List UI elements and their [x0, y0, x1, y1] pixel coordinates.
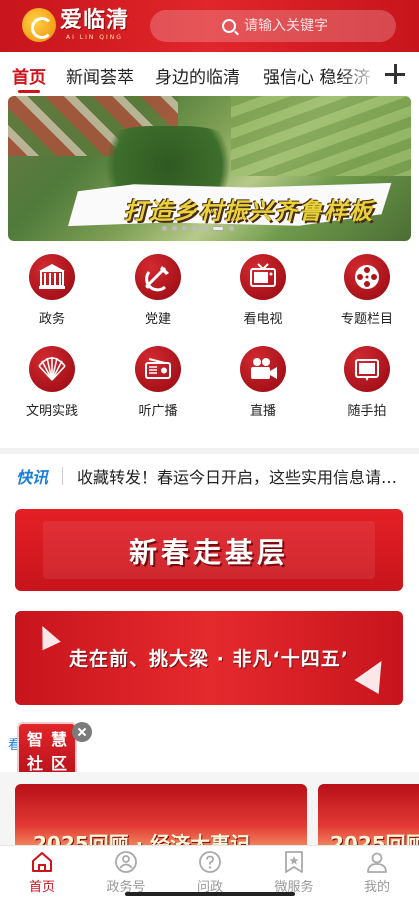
- grid-label: 专题栏目: [340, 312, 393, 327]
- widget-char: 慧: [50, 730, 67, 749]
- party-emblem-icon: [135, 254, 181, 300]
- promo-banner-spring[interactable]: 新春走基层: [15, 509, 403, 591]
- nav-label: 我的: [363, 880, 390, 895]
- carousel-dots: [162, 226, 234, 231]
- logo-title: 爱临清: [60, 7, 130, 33]
- grid-item-radio[interactable]: 听广播: [113, 346, 203, 419]
- close-icon[interactable]: [72, 722, 92, 742]
- home-indicator: [125, 892, 295, 896]
- tab-local[interactable]: 身边的临清: [155, 63, 240, 88]
- profile-icon: [365, 850, 389, 874]
- nav-label: 首页: [28, 880, 55, 895]
- star-bookmark-icon: [282, 850, 306, 874]
- cards-row: 2025回顾 · 经济大事记 2025回顾: [0, 772, 419, 854]
- promo-title: 新春走基层: [128, 536, 289, 569]
- promo-title: 走在前、挑大梁 · 非凡‘十四五’: [69, 648, 349, 670]
- review-card[interactable]: 2025回顾 · 经济大事记: [15, 784, 307, 854]
- grid-item-special[interactable]: 专题栏目: [322, 254, 412, 327]
- user-badge-icon: [114, 850, 138, 874]
- carousel-dot[interactable]: [172, 226, 177, 231]
- tab-news[interactable]: 新闻荟萃: [66, 63, 134, 88]
- grid-item-live[interactable]: 直播: [218, 346, 308, 419]
- function-grid: 政务 党建 看电视 专题栏目 文明实践 听广播 直播 随手拍: [0, 248, 419, 448]
- video-camera-icon: [240, 346, 286, 392]
- logo-subtitle: AI LIN QING: [66, 33, 123, 41]
- banner-slide[interactable]: 打造乡村振兴齐鲁样板: [8, 96, 411, 241]
- nav-inquiry[interactable]: 问政: [168, 850, 252, 895]
- logo-emblem-icon: [22, 8, 56, 42]
- nav-gov-account[interactable]: 政务号: [84, 850, 168, 895]
- grid-item-civilization[interactable]: 文明实践: [7, 346, 97, 419]
- nav-profile[interactable]: 我的: [335, 850, 419, 895]
- search-icon: [222, 19, 236, 33]
- widget-char: 智: [26, 730, 43, 749]
- banner-title: 打造乡村振兴齐鲁样板: [124, 199, 374, 225]
- grid-item-government[interactable]: 政务: [7, 254, 97, 327]
- ticker-tag: 快讯: [16, 468, 49, 487]
- grid-item-snapshot[interactable]: 随手拍: [322, 346, 412, 419]
- review-card[interactable]: 2025回顾: [318, 784, 419, 854]
- grid-label: 随手拍: [347, 404, 387, 419]
- radio-icon: [135, 346, 181, 392]
- carousel-dot[interactable]: [182, 226, 187, 231]
- phone-camera-icon: [344, 346, 390, 392]
- nav-microservice[interactable]: 微服务: [252, 850, 336, 895]
- logo-text-group: 爱临清 AI LIN QING: [60, 7, 130, 41]
- tabs-fade: [340, 52, 380, 96]
- question-icon: [198, 850, 222, 874]
- search-bar[interactable]: [150, 10, 396, 42]
- carousel-dot[interactable]: [192, 226, 197, 231]
- news-ticker[interactable]: 快讯 收藏转发！春运今日开启，这些实用信息请查收: [0, 454, 419, 498]
- banner-fields: [231, 96, 411, 176]
- bottom-navigation: 首页 政务号 问政 微服务 我的: [0, 845, 419, 898]
- grid-label: 看电视: [243, 312, 283, 327]
- search-input[interactable]: [244, 18, 384, 34]
- app-header: 爱临清 AI LIN QING: [0, 0, 419, 52]
- tab-home[interactable]: 首页: [12, 63, 46, 88]
- civilization-fan-icon: [29, 346, 75, 392]
- app-logo[interactable]: 爱临清 AI LIN QING: [22, 8, 129, 42]
- add-channel-icon[interactable]: [384, 63, 406, 85]
- government-building-icon: [29, 254, 75, 300]
- promo-banner-plan[interactable]: 走在前、挑大梁 · 非凡‘十四五’: [15, 611, 403, 705]
- ticker-headline[interactable]: 收藏转发！春运今日开启，这些实用信息请查收: [77, 464, 407, 488]
- active-tab-indicator: [18, 90, 40, 93]
- grid-label: 听广播: [138, 404, 178, 419]
- carousel-dot[interactable]: [202, 226, 207, 231]
- grid-label: 党建: [144, 312, 171, 327]
- carousel-dot-active[interactable]: [212, 226, 224, 231]
- nav-home[interactable]: 首页: [0, 850, 84, 895]
- carousel-dot[interactable]: [162, 226, 167, 231]
- channel-tabs: 首页 新闻荟萃 身边的临清 强信心 稳经济: [0, 52, 419, 96]
- grid-label: 文明实践: [25, 404, 78, 419]
- tv-icon: [240, 254, 286, 300]
- film-reel-icon: [344, 254, 390, 300]
- home-icon: [30, 850, 54, 874]
- grid-item-tv[interactable]: 看电视: [218, 254, 308, 327]
- grid-label: 政务: [38, 312, 65, 327]
- grid-label: 直播: [249, 404, 276, 419]
- carousel-dot[interactable]: [229, 226, 234, 231]
- grid-item-party[interactable]: 党建: [113, 254, 203, 327]
- ticker-divider: [62, 467, 64, 485]
